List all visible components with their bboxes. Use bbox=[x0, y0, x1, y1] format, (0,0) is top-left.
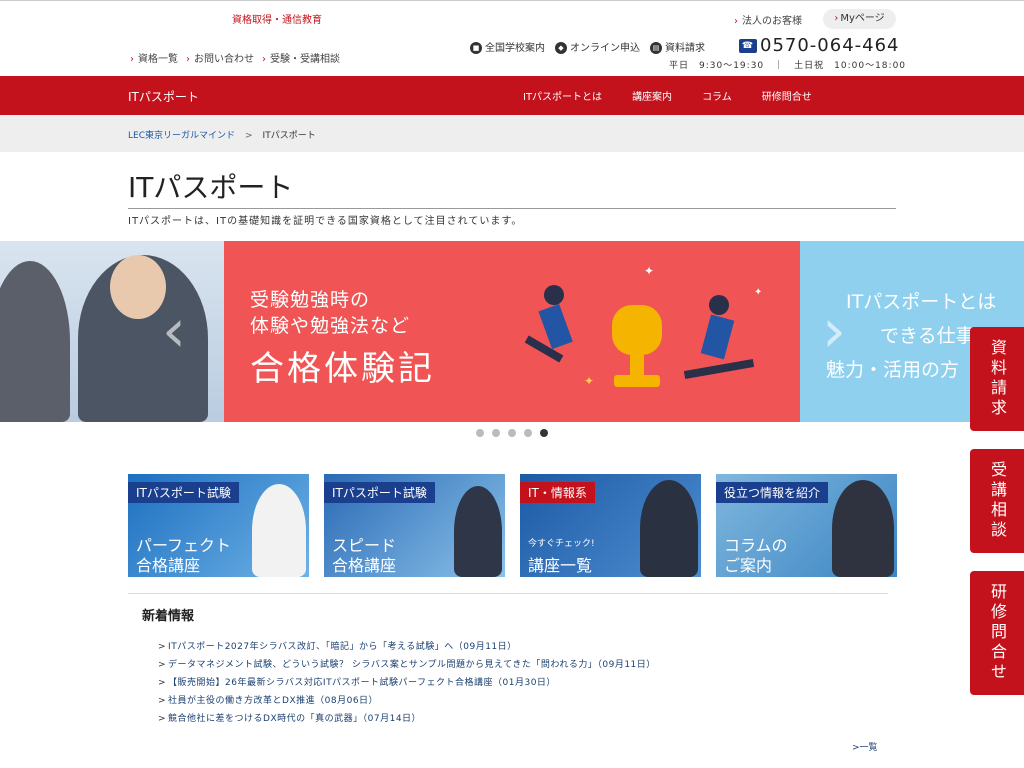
school-icon: ■ bbox=[470, 42, 482, 54]
news-item[interactable]: > 【販売開始】26年最新シラバス対応ITパスポート試験パーフェクト合格講座（01… bbox=[158, 674, 888, 692]
news-more-link[interactable]: >一覧 bbox=[852, 740, 878, 753]
nav-item-courses[interactable]: 講座案内 bbox=[632, 88, 672, 103]
card-perfect-course[interactable]: ITパスポート試験 パーフェクト 合格講座 bbox=[128, 474, 309, 577]
chevron-right-icon: > bbox=[158, 714, 167, 724]
page-heading: ITパスポート bbox=[128, 170, 896, 209]
news-title: 新着情報 bbox=[142, 609, 195, 624]
svg-text:✦: ✦ bbox=[584, 374, 594, 388]
card-person-photo bbox=[832, 480, 894, 577]
carousel-dot[interactable] bbox=[524, 429, 532, 437]
card-title-line-2: 合格講座 bbox=[332, 556, 397, 575]
breadcrumb-home[interactable]: LEC東京リーガルマインド bbox=[128, 131, 235, 141]
link-school-guide[interactable]: ■ 全国学校案内 bbox=[470, 39, 545, 54]
breadcrumb-separator: > bbox=[245, 131, 253, 141]
news-section: 新着情報 > ITパスポート2027年シラバス改訂、「暗記」から「考える試験」へ（… bbox=[128, 593, 888, 728]
news-list: > ITパスポート2027年シラバス改訂、「暗記」から「考える試験」へ（09月11… bbox=[158, 638, 888, 728]
chevron-right-icon: › bbox=[130, 54, 134, 65]
chevron-right-icon: > bbox=[158, 660, 167, 670]
chevron-right-icon: › bbox=[262, 54, 266, 65]
news-item[interactable]: > ITパスポート2027年シラバス改訂、「暗記」から「考える試験」へ（09月11… bbox=[158, 638, 888, 656]
card-title-line-2: 合格講座 bbox=[136, 556, 201, 575]
card-person-photo bbox=[454, 486, 502, 577]
side-button-training-inquiry[interactable]: 研修問合せ bbox=[970, 571, 1024, 695]
slide-headline: 合格体験記 bbox=[250, 349, 435, 389]
chevron-right-icon: > bbox=[158, 678, 167, 688]
mypage-button[interactable]: › Myページ bbox=[823, 9, 896, 29]
slide-success-stories[interactable]: 受験勉強時の 体験や勉強法など 合格体験記 ✦ ✦ ✦ ‹ bbox=[162, 241, 800, 422]
slide-prev-instructors[interactable] bbox=[0, 241, 224, 422]
chevron-right-icon: > bbox=[158, 642, 167, 652]
card-title-line-2: 講座一覧 bbox=[528, 556, 593, 575]
side-button-consultation[interactable]: 受講相談 bbox=[970, 449, 1024, 553]
slide-line-2: 体験や勉強法など bbox=[250, 315, 411, 337]
page-title: ITパスポート bbox=[128, 171, 294, 204]
carousel-dot[interactable] bbox=[476, 429, 484, 437]
breadcrumb-current: ITパスポート bbox=[262, 131, 316, 141]
svg-text:✦: ✦ bbox=[754, 287, 762, 298]
site-header: 資格取得・通信教育 › 資格一覧 › お問い合わせ › 受験・受講相談 › 法人のお客様… bbox=[0, 0, 1024, 76]
card-it-courses[interactable]: IT・情報系 今すぐチェック! 講座一覧 bbox=[520, 474, 701, 577]
breadcrumb: LEC東京リーガルマインド > ITパスポート bbox=[0, 115, 1024, 152]
instructor-face bbox=[110, 255, 166, 319]
carousel-next-button[interactable]: › bbox=[822, 296, 846, 366]
slide-next-line-1: ITパスポートとは bbox=[846, 291, 997, 313]
chevron-right-icon: › bbox=[186, 54, 190, 65]
slide-line-1: 受験勉強時の bbox=[250, 289, 371, 311]
trophy-illustration: ✦ ✦ ✦ bbox=[524, 264, 762, 388]
document-icon: ▤ bbox=[650, 42, 662, 54]
link-contact[interactable]: › お問い合わせ bbox=[186, 50, 254, 65]
card-person-photo bbox=[640, 480, 698, 577]
chevron-right-icon: > bbox=[158, 696, 167, 706]
cart-icon: ◆ bbox=[555, 42, 567, 54]
chevron-right-icon: › bbox=[834, 13, 839, 24]
instructor-photo bbox=[0, 261, 70, 422]
news-item[interactable]: > 社員が主役の働き方改革とDX推進（08月06日） bbox=[158, 692, 888, 710]
phone-hours: 平日 9:30～19:30 ｜ 土日祝 10:00～18:00 bbox=[669, 61, 907, 71]
carousel-dots bbox=[476, 429, 548, 437]
card-tag: IT・情報系 bbox=[520, 482, 595, 503]
slide-next-line-2: できる仕事 bbox=[880, 325, 975, 347]
card-title-line-2: ご案内 bbox=[724, 556, 773, 575]
global-nav: ITパスポート ITパスポートとは 講座案内 コラム 研修問合せ bbox=[0, 76, 1024, 115]
nav-item-column[interactable]: コラム bbox=[702, 88, 732, 103]
card-tag: 役立つ情報を紹介 bbox=[716, 482, 829, 503]
card-person-photo bbox=[252, 484, 306, 577]
carousel-dot[interactable] bbox=[492, 429, 500, 437]
carousel-prev-button[interactable]: ‹ bbox=[162, 296, 186, 366]
page-lead: ITパスポートは、ITの基礎知識を証明できる国家資格として注目されています。 bbox=[128, 216, 523, 227]
link-corporate[interactable]: › 法人のお客様 bbox=[734, 12, 802, 27]
nav-items: ITパスポートとは 講座案内 コラム 研修問合せ bbox=[523, 88, 812, 103]
news-item[interactable]: > 競合他社に差をつけるDX時代の「真の武器」（07月14日） bbox=[158, 710, 888, 728]
svg-text:✦: ✦ bbox=[644, 264, 654, 278]
utility-links: ■ 全国学校案内 ◆ オンライン申込 ▤ 資料請求 bbox=[470, 39, 705, 54]
link-online-apply[interactable]: ◆ オンライン申込 bbox=[555, 39, 640, 54]
carousel-dot[interactable] bbox=[508, 429, 516, 437]
card-speed-course[interactable]: ITパスポート試験 スピード 合格講座 bbox=[324, 474, 505, 577]
card-column[interactable]: 役立つ情報を紹介 コラムの ご案内 bbox=[716, 474, 897, 577]
hero-carousel: 受験勉強時の 体験や勉強法など 合格体験記 ✦ ✦ ✦ ‹ ITパスポートとは … bbox=[0, 241, 1024, 422]
feature-cards: ITパスポート試験 パーフェクト 合格講座 ITパスポート試験 スピード 合格講… bbox=[128, 474, 897, 577]
chevron-right-icon: › bbox=[734, 16, 738, 27]
nav-item-about[interactable]: ITパスポートとは bbox=[523, 88, 602, 103]
phone-number[interactable]: ☎ 0570-064-464 bbox=[739, 35, 900, 56]
link-request-docs[interactable]: ▤ 資料請求 bbox=[650, 39, 705, 54]
card-small-text: 今すぐチェック! bbox=[528, 539, 595, 549]
news-item[interactable]: > データマネジメント試験、どういう試験？ シラバス案とサンプル問題から見えてきた… bbox=[158, 656, 888, 674]
phone-icon: ☎ bbox=[739, 39, 757, 53]
nav-item-training[interactable]: 研修問合せ bbox=[762, 88, 812, 103]
side-button-request-docs[interactable]: 資料請求 bbox=[970, 327, 1024, 431]
nav-title[interactable]: ITパスポート bbox=[128, 88, 199, 105]
header-links: › 資格一覧 › お問い合わせ › 受験・受講相談 bbox=[130, 50, 340, 65]
chevron-right-icon: > bbox=[852, 743, 860, 753]
card-tag: ITパスポート試験 bbox=[128, 482, 239, 503]
site-tagline: 資格取得・通信教育 bbox=[232, 15, 322, 26]
link-consultation[interactable]: › 受験・受講相談 bbox=[262, 50, 340, 65]
link-qualification-list[interactable]: › 資格一覧 bbox=[130, 50, 178, 65]
card-tag: ITパスポート試験 bbox=[324, 482, 435, 503]
carousel-dot-active[interactable] bbox=[540, 429, 548, 437]
